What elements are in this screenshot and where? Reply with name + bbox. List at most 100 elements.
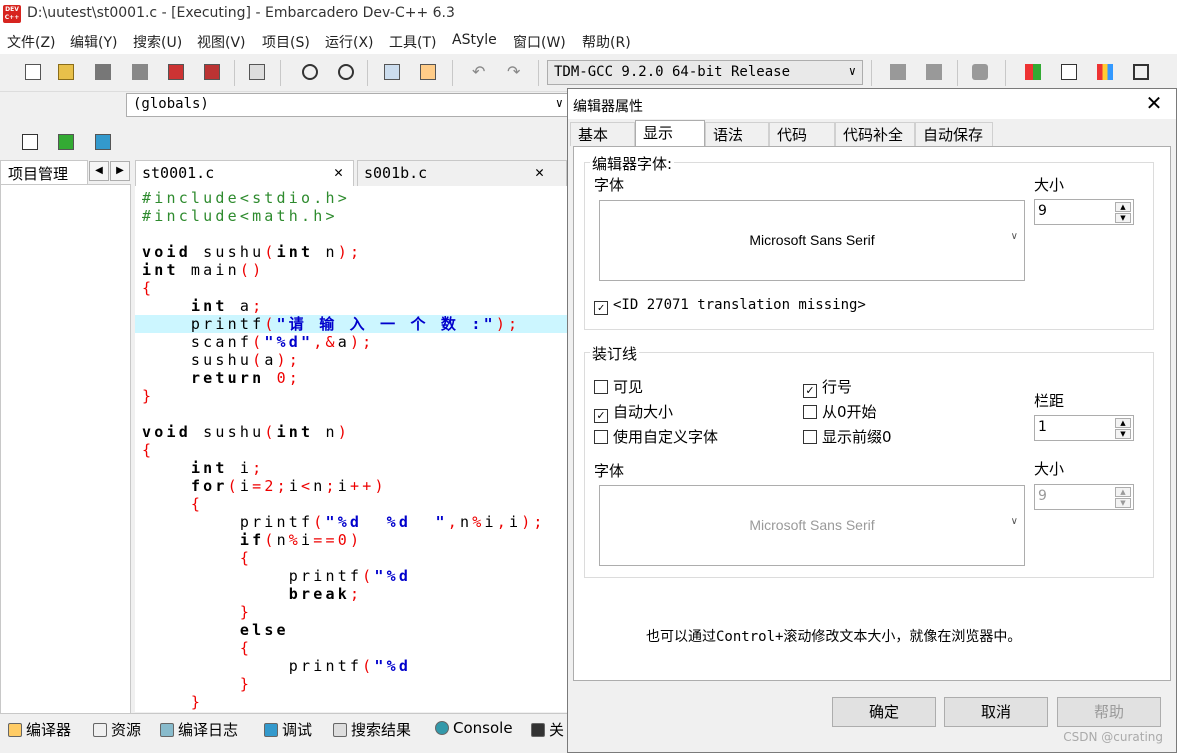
compiler-icon — [8, 723, 22, 737]
tab-compile-log[interactable]: 编译日志 — [160, 719, 238, 740]
bookmark-icon[interactable] — [420, 64, 436, 80]
spin-down-icon[interactable]: ▼ — [1115, 498, 1131, 508]
leading-zero-checkbox[interactable]: 显示前缀0 — [803, 426, 892, 447]
menu-view[interactable]: 视图(V) — [197, 32, 246, 52]
editor-font-select[interactable]: Microsoft Sans Serif ∨ — [599, 200, 1025, 281]
window-layout-icon[interactable] — [1061, 64, 1077, 80]
save-icon[interactable] — [95, 64, 111, 80]
code-line: return 0; — [190, 369, 302, 387]
menu-run[interactable]: 运行(X) — [325, 32, 374, 52]
tab-code-completion[interactable]: 代码补全 — [835, 122, 915, 146]
redo-icon[interactable]: ↷ — [507, 64, 523, 80]
undo-icon[interactable]: ↶ — [472, 64, 488, 80]
menu-window[interactable]: 窗口(W) — [513, 32, 566, 52]
project-new-icon[interactable] — [22, 134, 38, 150]
tab-autosave[interactable]: 自动保存 — [915, 122, 993, 146]
start-zero-checkbox[interactable]: 从0开始 — [803, 401, 877, 422]
print-icon[interactable] — [249, 64, 265, 80]
tab-compiler[interactable]: 编译器 — [8, 719, 71, 740]
spin-up-icon[interactable]: ▲ — [1115, 202, 1131, 212]
close-icon[interactable]: ✕ — [334, 163, 343, 181]
tab-search-results[interactable]: 搜索结果 — [333, 719, 411, 740]
gutter-font-select[interactable]: Microsoft Sans Serif ∨ — [599, 485, 1025, 566]
close-all-icon[interactable] — [204, 64, 220, 80]
tab-label: 关 — [549, 721, 565, 739]
tab-close[interactable]: 关 — [531, 719, 564, 740]
size-value: 9 — [1038, 203, 1047, 219]
unindent-icon[interactable] — [926, 64, 942, 80]
goto-line-icon[interactable] — [384, 64, 400, 80]
gutter-size-label: 大小 — [1034, 460, 1065, 478]
tab-basic[interactable]: 基本 — [570, 122, 635, 146]
gutter-group-label: 装订线 — [590, 343, 640, 364]
menu-edit[interactable]: 编辑(Y) — [70, 32, 117, 52]
tab-syntax[interactable]: 语法 — [705, 122, 769, 146]
line-numbers-checkbox[interactable]: ✓ 行号 — [803, 376, 852, 398]
tab-console[interactable]: Console — [435, 719, 513, 737]
margin-spinner[interactable]: 1 ▲ ▼ — [1034, 415, 1134, 441]
grid-icon[interactable] — [1133, 64, 1149, 80]
help-button[interactable]: 帮助 — [1057, 697, 1161, 727]
toggle-comment-icon[interactable] — [972, 64, 988, 80]
code-line: else — [239, 621, 289, 639]
menu-project[interactable]: 项目(S) — [262, 32, 310, 52]
project-add-icon[interactable] — [58, 134, 74, 150]
indent-icon[interactable] — [890, 64, 906, 80]
tab-debug[interactable]: 调试 — [264, 719, 312, 740]
code-line: } — [142, 603, 253, 621]
font-size-spinner[interactable]: 9 ▲ ▼ — [1034, 199, 1134, 225]
save-all-icon[interactable] — [132, 64, 148, 80]
console-icon — [435, 721, 449, 735]
gutter-autosize-checkbox[interactable]: ✓ 自动大小 — [594, 401, 673, 423]
tab-resources[interactable]: 资源 — [93, 719, 141, 740]
checkbox-checked-icon: ✓ — [803, 384, 817, 398]
tab-st0001[interactable]: st0001.c ✕ — [135, 160, 354, 186]
code-line: } — [142, 387, 155, 405]
menu-help[interactable]: 帮助(R) — [582, 32, 631, 52]
checkbox-icon — [594, 380, 608, 394]
close-file-icon[interactable] — [168, 64, 184, 80]
new-file-icon[interactable] — [25, 64, 41, 80]
checkbox-label: 显示前缀0 — [822, 428, 892, 446]
code-line: } — [142, 693, 204, 711]
dialog-title: 编辑器属性 — [573, 99, 643, 115]
spin-up-icon[interactable]: ▲ — [1115, 418, 1131, 428]
spin-down-icon[interactable]: ▼ — [1115, 429, 1131, 439]
code-editor[interactable]: #include<stdio.h> #include<math.h> void … — [135, 186, 570, 712]
code-line: #include<stdio.h> — [142, 189, 350, 207]
project-options-icon[interactable] — [95, 134, 111, 150]
ok-button[interactable]: 确定 — [832, 697, 936, 727]
gutter-size-spinner[interactable]: 9 ▲ ▼ — [1034, 484, 1134, 510]
menu-tools[interactable]: 工具(T) — [389, 32, 436, 52]
font-option-checkbox[interactable]: ✓ <ID 27071 translation missing> — [594, 297, 866, 315]
close-icon[interactable]: ✕ — [535, 163, 544, 181]
gutter-custom-font-checkbox[interactable]: 使用自定义字体 — [594, 426, 718, 447]
cancel-button[interactable]: 取消 — [944, 697, 1048, 727]
app-logo-icon: DEV C++ — [3, 5, 21, 23]
tab-scroll-right-icon[interactable]: ▶ — [110, 161, 130, 181]
menu-astyle[interactable]: AStyle — [452, 32, 497, 48]
replace-icon[interactable] — [338, 64, 354, 80]
menu-search[interactable]: 搜索(U) — [133, 32, 182, 52]
gutter-visible-checkbox[interactable]: 可见 — [594, 376, 643, 397]
menu-file[interactable]: 文件(Z) — [7, 32, 56, 52]
compiler-select[interactable]: TDM-GCC 9.2.0 64-bit Release ∨ — [547, 60, 863, 85]
open-file-icon[interactable] — [58, 64, 74, 80]
code-line: void sushu(int n) — [142, 423, 350, 441]
scope-value: (globals) — [133, 96, 209, 112]
color-icon[interactable] — [1097, 64, 1113, 80]
spin-up-icon[interactable]: ▲ — [1115, 487, 1131, 497]
tab-s001b[interactable]: s001b.c ✕ — [357, 160, 567, 186]
tab-label: st0001.c — [142, 164, 215, 182]
scope-select[interactable]: (globals) ∨ — [126, 93, 570, 117]
new-project-icon[interactable] — [1025, 64, 1041, 80]
tab-label: 编译日志 — [178, 721, 239, 739]
close-icon[interactable]: ✕ — [1143, 92, 1165, 114]
font-value: Microsoft Sans Serif — [749, 517, 875, 533]
find-icon[interactable] — [302, 64, 318, 80]
tab-scroll-left-icon[interactable]: ◀ — [89, 161, 109, 181]
tab-project-manager[interactable]: 项目管理 — [0, 160, 88, 184]
tab-display[interactable]: 显示 — [635, 120, 705, 146]
spin-down-icon[interactable]: ▼ — [1115, 213, 1131, 223]
tab-code[interactable]: 代码 — [769, 122, 835, 146]
